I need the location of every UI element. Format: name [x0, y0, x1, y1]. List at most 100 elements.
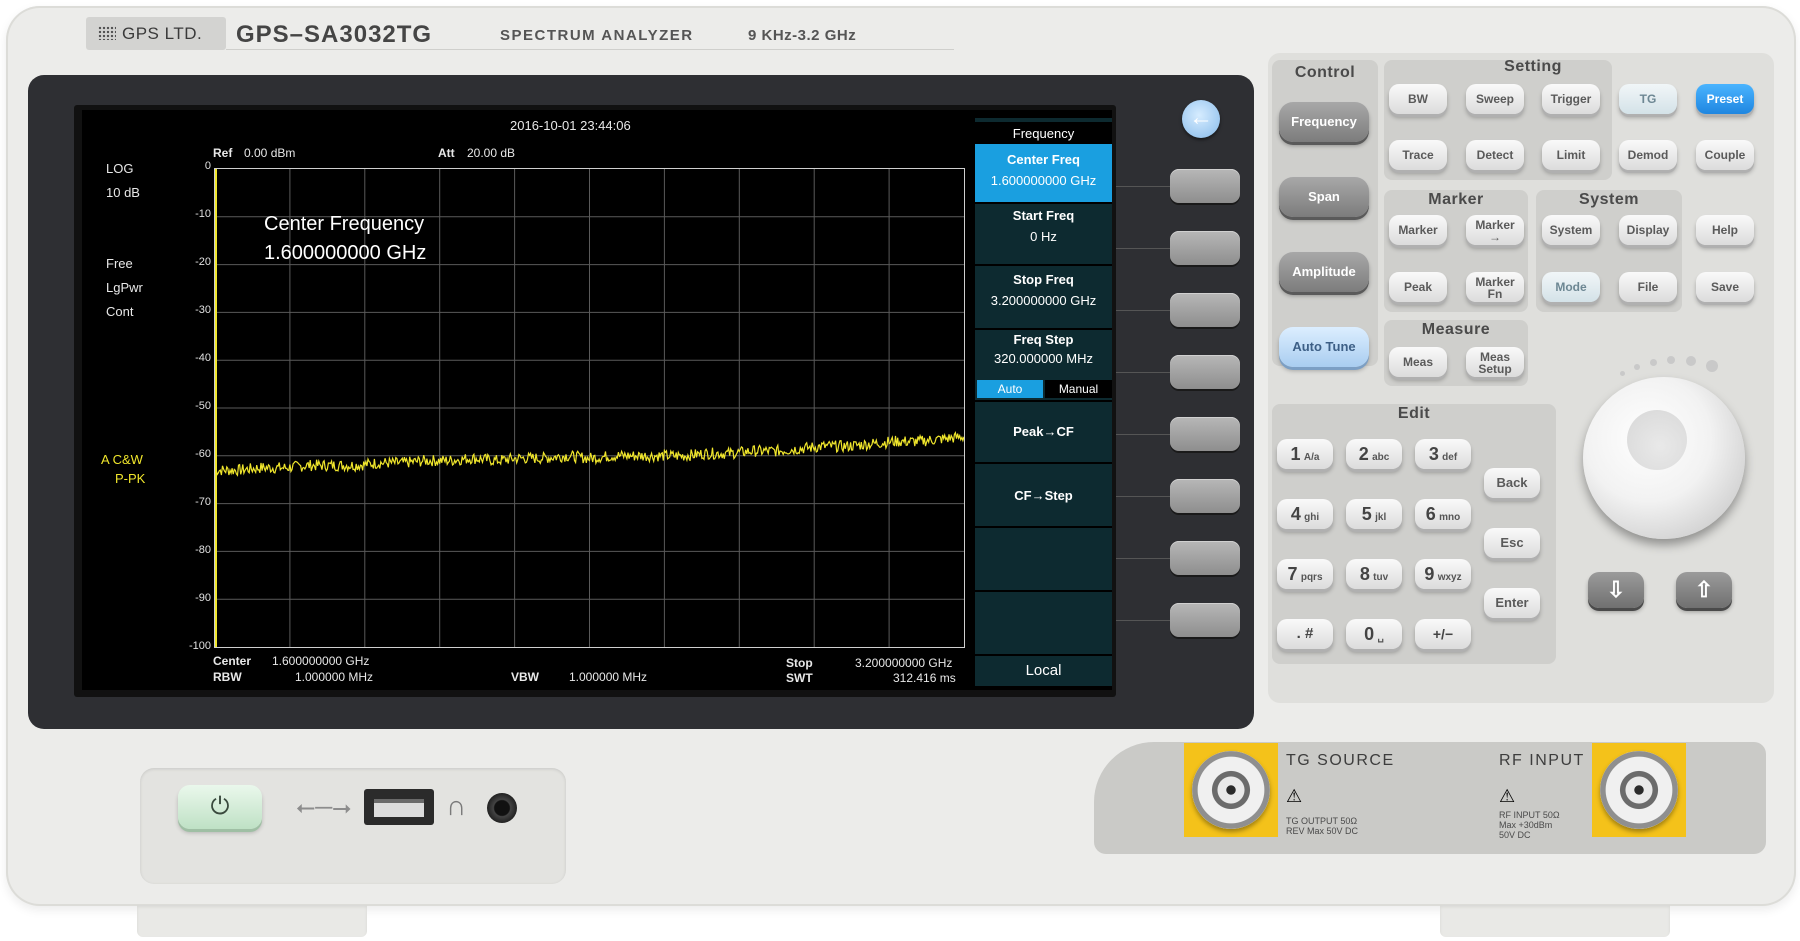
- edit-title: Edit: [1397, 405, 1431, 422]
- meas-setup-button[interactable]: Meas Setup: [1466, 347, 1524, 377]
- file-button[interactable]: File: [1619, 272, 1677, 302]
- keypad-0[interactable]: 0 ␣: [1346, 619, 1402, 649]
- key-digit: 0: [1364, 624, 1375, 644]
- keypad-dot-hash[interactable]: . #: [1277, 619, 1333, 649]
- tg-source-connector[interactable]: [1192, 751, 1270, 829]
- key-digit: 3: [1428, 444, 1439, 464]
- key-digit: 5: [1361, 504, 1372, 524]
- tg-button[interactable]: TG: [1619, 84, 1677, 114]
- preset-button[interactable]: Preset: [1696, 84, 1754, 114]
- marker-button[interactable]: Marker: [1389, 215, 1447, 245]
- control-title: Control: [1294, 64, 1356, 81]
- keypad-plus-minus[interactable]: +/−: [1415, 619, 1471, 649]
- softkey-2[interactable]: [1170, 231, 1240, 265]
- plot-grid: [215, 169, 964, 647]
- span-button[interactable]: Span: [1279, 177, 1369, 217]
- softkey-4[interactable]: [1170, 355, 1240, 389]
- return-key[interactable]: ←: [1182, 100, 1220, 138]
- rf-input-connector[interactable]: [1600, 751, 1678, 829]
- keypad-7[interactable]: 7 pqrs: [1277, 559, 1333, 589]
- key-letters: tuv: [1373, 572, 1389, 583]
- power-button[interactable]: ⏻: [178, 785, 262, 829]
- down-arrow-button[interactable]: ⇩: [1588, 572, 1644, 608]
- marker-fn-button[interactable]: Marker Fn: [1466, 272, 1524, 302]
- freq-step-manual[interactable]: Manual: [1045, 380, 1112, 398]
- ref-label: Ref: [213, 146, 233, 160]
- save-button[interactable]: Save: [1696, 272, 1754, 302]
- auto-tune-button[interactable]: Auto Tune: [1279, 327, 1369, 367]
- menu-center-freq[interactable]: Center Freq 1.600000000 GHz: [975, 144, 1112, 202]
- usb-port-insert: [374, 799, 424, 817]
- headphone-jack[interactable]: [487, 793, 517, 823]
- vbw-label: VBW: [511, 670, 539, 684]
- softkey-5[interactable]: [1170, 417, 1240, 451]
- peak-button[interactable]: Peak: [1389, 272, 1447, 302]
- y-tick: -50: [195, 400, 211, 412]
- trace-button[interactable]: Trace: [1389, 140, 1447, 170]
- system-button[interactable]: System: [1542, 215, 1600, 245]
- softkey-6[interactable]: [1170, 479, 1240, 513]
- trigger-status: Free: [106, 256, 133, 271]
- softkey-1[interactable]: [1170, 169, 1240, 203]
- limit-button[interactable]: Limit: [1542, 140, 1600, 170]
- swt-label: SWT: [786, 671, 813, 685]
- measure-title: Measure: [1421, 321, 1491, 338]
- up-arrow-button[interactable]: ⇧: [1676, 572, 1732, 608]
- key-letters: def: [1442, 452, 1458, 463]
- softkey-7[interactable]: [1170, 541, 1240, 575]
- keypad-3[interactable]: 3 def: [1415, 439, 1471, 469]
- softkey-8[interactable]: [1170, 603, 1240, 637]
- menu-stop-freq[interactable]: Stop Freq 3.200000000 GHz: [975, 272, 1112, 330]
- key-letters: wxyz: [1437, 572, 1462, 583]
- enter-button[interactable]: Enter: [1484, 588, 1540, 618]
- menu-separator: [975, 590, 1112, 592]
- amplitude-button[interactable]: Amplitude: [1279, 252, 1369, 292]
- knob-dot: [1634, 364, 1640, 370]
- sweep-button[interactable]: Sweep: [1466, 84, 1524, 114]
- keypad-6[interactable]: 6 mno: [1415, 499, 1471, 529]
- meas-button[interactable]: Meas: [1389, 347, 1447, 377]
- menu-peak-to-cf[interactable]: Peak→CF: [975, 424, 1112, 439]
- keypad-2[interactable]: 2 abc: [1346, 439, 1402, 469]
- menu-start-freq[interactable]: Start Freq 0 Hz: [975, 208, 1112, 266]
- softkey-3[interactable]: [1170, 293, 1240, 327]
- front-foot-left: [137, 905, 367, 937]
- key-digit: 4: [1290, 504, 1301, 524]
- key-letters: pqrs: [1300, 572, 1323, 583]
- menu-separator: [975, 526, 1112, 528]
- warning-icon: ⚠: [1499, 786, 1516, 806]
- demod-button[interactable]: Demod: [1619, 140, 1677, 170]
- annotation-value: 1.600000000 GHz: [264, 242, 427, 264]
- key-digit: 9: [1424, 564, 1435, 584]
- freq-step-auto[interactable]: Auto: [977, 380, 1043, 398]
- frequency-range: 9 KHz-3.2 GHz: [748, 27, 857, 44]
- keypad-1[interactable]: 1 A/a: [1277, 439, 1333, 469]
- y-tick: -40: [195, 352, 211, 364]
- marker-to-button[interactable]: Marker →: [1466, 215, 1524, 245]
- trigger-button[interactable]: Trigger: [1542, 84, 1600, 114]
- menu-cf-to-step[interactable]: CF→Step: [975, 488, 1112, 503]
- couple-button[interactable]: Couple: [1696, 140, 1754, 170]
- mode-button[interactable]: Mode: [1542, 272, 1600, 302]
- bw-button[interactable]: BW: [1389, 84, 1447, 114]
- esc-button[interactable]: Esc: [1484, 528, 1540, 558]
- keypad-9[interactable]: 9 wxyz: [1415, 559, 1471, 589]
- keypad-4[interactable]: 4 ghi: [1277, 499, 1333, 529]
- down-arrow-icon: ⇩: [1606, 577, 1626, 602]
- help-button[interactable]: Help: [1696, 215, 1754, 245]
- key-letters: A/a: [1303, 452, 1320, 463]
- marker-title: Marker: [1428, 191, 1484, 208]
- system-title: System: [1579, 191, 1639, 208]
- keypad-8[interactable]: 8 tuv: [1346, 559, 1402, 589]
- display-button[interactable]: Display: [1619, 215, 1677, 245]
- detect-button[interactable]: Detect: [1466, 140, 1524, 170]
- keypad-5[interactable]: 5 jkl: [1346, 499, 1402, 529]
- menu-freq-step-label: Freq Step: [1013, 332, 1074, 347]
- stop-label: Stop: [786, 656, 813, 670]
- back-button[interactable]: Back: [1484, 468, 1540, 498]
- detector-status: P-PK: [115, 471, 146, 486]
- y-tick: -80: [195, 544, 211, 556]
- key-letters: ␣: [1377, 632, 1384, 643]
- spectrum-plot[interactable]: [214, 168, 965, 648]
- frequency-button[interactable]: Frequency: [1279, 102, 1369, 142]
